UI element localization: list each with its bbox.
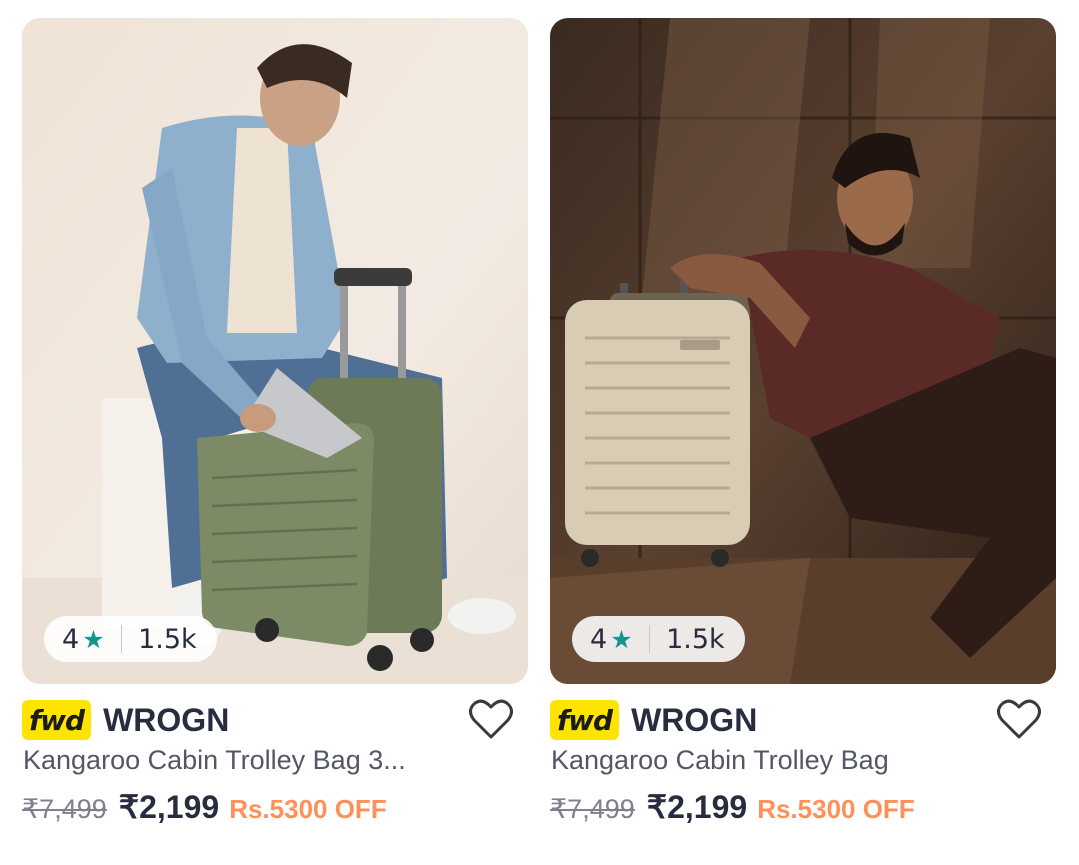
discount-label: Rs.5300 OFF	[229, 794, 387, 824]
product-title: Kangaroo Cabin Trolley Bag 3...	[23, 745, 406, 775]
price-row: ₹7,499 ₹2,199 Rs.5300 OFF	[550, 788, 1056, 826]
original-price: ₹7,499	[22, 794, 107, 824]
product-title: Kangaroo Cabin Trolley Bag	[551, 745, 889, 775]
discount-label: Rs.5300 OFF	[757, 794, 915, 824]
rating-pill: 4 ★ 1.5k	[572, 616, 745, 662]
rating-count: 1.5k	[138, 623, 197, 655]
product-image[interactable]: 4 ★ 1.5k	[22, 18, 528, 684]
rating-divider	[648, 625, 651, 653]
fwd-badge: fwd	[22, 700, 92, 740]
rating-pill: 4 ★ 1.5k	[44, 616, 217, 662]
sale-price: ₹2,199	[118, 789, 220, 825]
star-icon: ★	[610, 624, 633, 654]
product-image[interactable]: 4 ★ 1.5k	[550, 18, 1056, 684]
product-card[interactable]: 4 ★ 1.5k fwd WROGN Kangaroo Cabin Trolle…	[22, 18, 528, 825]
heart-outline-icon[interactable]	[468, 698, 514, 740]
fwd-badge: fwd	[550, 700, 620, 740]
sale-price: ₹2,199	[646, 789, 748, 825]
brand-name: WROGN	[103, 701, 230, 738]
rating-divider	[120, 625, 123, 653]
brand-row: fwd WROGN	[22, 698, 528, 742]
heart-outline-icon[interactable]	[996, 698, 1042, 740]
original-price: ₹7,499	[550, 794, 635, 824]
rating-value: 4	[590, 623, 608, 655]
price-row: ₹7,499 ₹2,199 Rs.5300 OFF	[22, 788, 528, 826]
rating-value: 4	[62, 623, 80, 655]
product-grid: 4 ★ 1.5k fwd WROGN Kangaroo Cabin Trolle…	[0, 0, 1079, 865]
brand-row: fwd WROGN	[550, 698, 1056, 742]
product-card[interactable]: 4 ★ 1.5k fwd WROGN Kangaroo Cabin Trolle…	[550, 18, 1056, 825]
star-icon: ★	[82, 624, 105, 654]
rating-count: 1.5k	[666, 623, 725, 655]
brand-name: WROGN	[631, 701, 758, 738]
